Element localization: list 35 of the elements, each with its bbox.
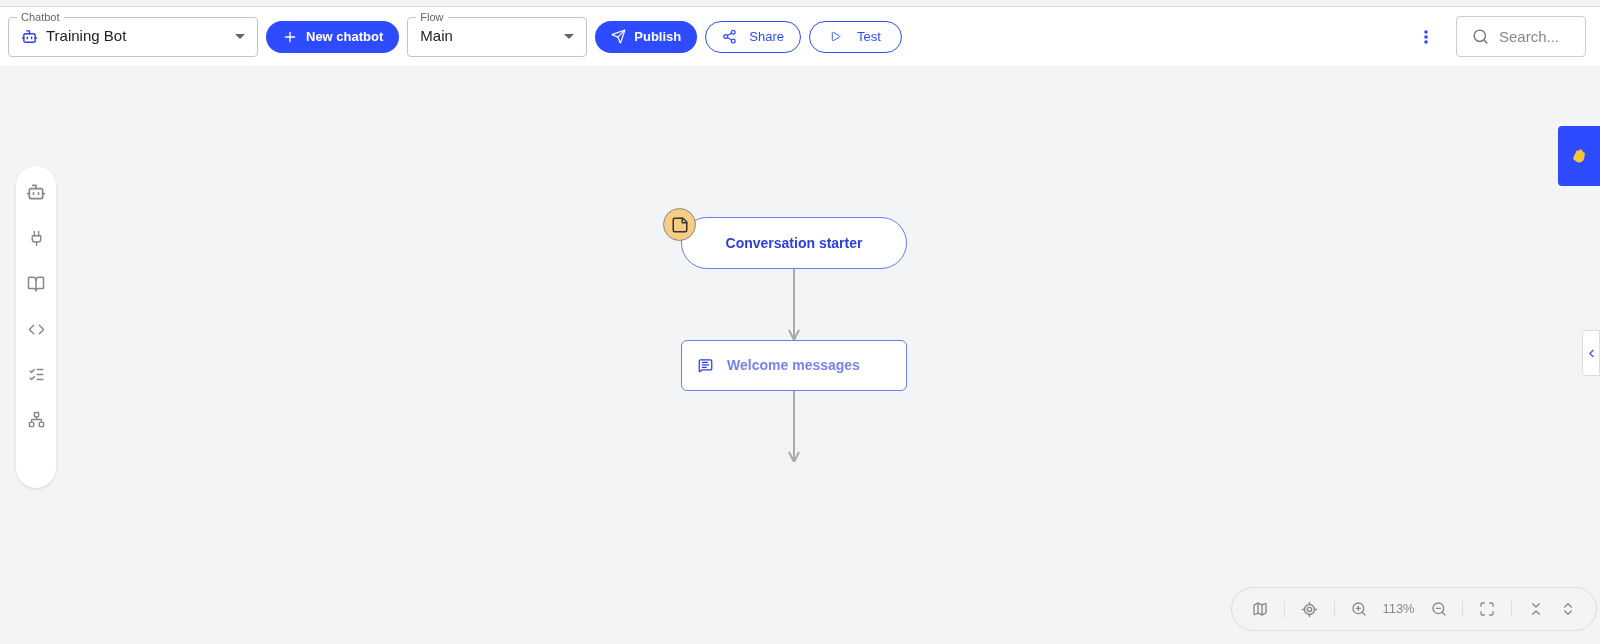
hierarchy-icon[interactable] xyxy=(27,411,45,428)
select-value: Training Bot xyxy=(46,26,128,47)
publish-button[interactable]: Publish xyxy=(595,20,698,53)
robot-icon[interactable] xyxy=(26,182,46,202)
more-options-icon xyxy=(1424,29,1428,44)
dropdown-caret-icon xyxy=(235,34,245,39)
robot-icon xyxy=(21,28,38,45)
send-icon xyxy=(611,29,627,44)
connector-arrow xyxy=(788,269,800,340)
message-node[interactable]: Welcome messages xyxy=(681,340,907,391)
play-icon xyxy=(829,31,841,42)
message-icon xyxy=(698,358,713,373)
start-node[interactable]: Conversation starter xyxy=(681,217,907,269)
note-badge-icon xyxy=(663,208,696,241)
locate-icon[interactable] xyxy=(1300,600,1318,618)
map-icon[interactable] xyxy=(1251,601,1268,617)
list-icon[interactable] xyxy=(27,366,45,383)
wave-hand-button[interactable] xyxy=(1558,126,1600,186)
zoom-in-icon[interactable] xyxy=(1350,601,1367,617)
node-title: Welcome messages xyxy=(726,356,861,375)
zoom-level: 113% xyxy=(1382,600,1415,619)
zoom-out-icon[interactable] xyxy=(1430,601,1447,617)
search-icon xyxy=(1472,28,1489,45)
connector-arrow xyxy=(788,391,800,462)
new-chatbot-button[interactable]: New chatbot xyxy=(266,20,400,53)
fullscreen-icon[interactable] xyxy=(1479,601,1496,617)
share-button[interactable]: Share xyxy=(705,20,801,53)
book-icon[interactable] xyxy=(27,275,45,293)
share-icon xyxy=(722,29,738,44)
search-field[interactable]: Search... xyxy=(1456,16,1586,57)
test-button[interactable]: Test xyxy=(808,20,902,53)
dropdown-caret-icon xyxy=(564,34,575,39)
waving-hand-icon xyxy=(1570,147,1588,165)
node-title: Conversation starter xyxy=(725,233,863,253)
select-value: Main xyxy=(420,26,454,47)
